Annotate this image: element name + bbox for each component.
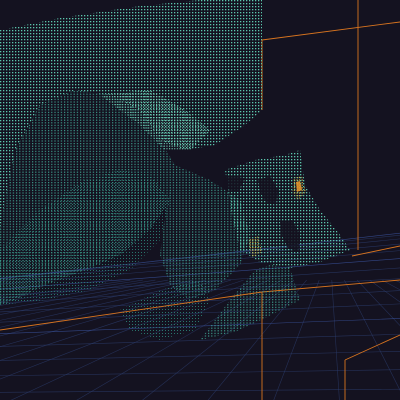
grid-line (331, 280, 340, 400)
point-cloud-viewport[interactable] (0, 0, 400, 400)
grid-line (0, 388, 400, 393)
grid-line (0, 369, 400, 377)
3d-scene-canvas[interactable] (0, 0, 400, 400)
bounding-box-edge (344, 334, 400, 361)
point-cloud-surface (225, 150, 350, 268)
grid-line (356, 279, 400, 326)
bounding-box-edge (261, 21, 400, 41)
grid-line (344, 279, 400, 391)
grid-line (382, 279, 400, 291)
grid-line (0, 333, 400, 347)
